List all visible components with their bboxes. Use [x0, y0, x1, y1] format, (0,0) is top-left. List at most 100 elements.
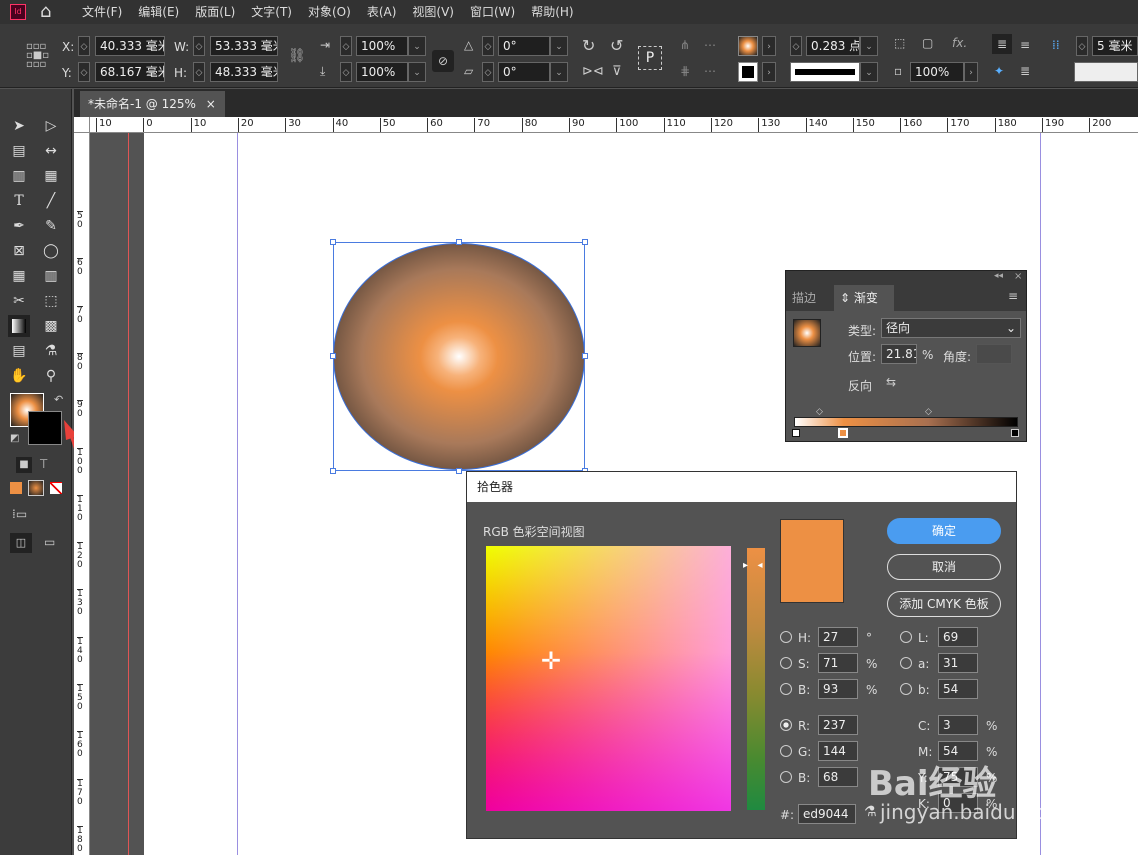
handle-tl[interactable] [330, 239, 336, 245]
ruler-h-label: 20 [237, 118, 254, 132]
location-unit: % [922, 348, 934, 362]
C-unit: % [986, 719, 998, 733]
Bv-unit: % [866, 683, 878, 697]
location-field[interactable]: 21.81 [881, 344, 917, 364]
ruler-h-label: 170 [947, 118, 969, 132]
ruler-h-label: 200 [1089, 118, 1111, 132]
midpoint-diamond-1[interactable]: ◇ [816, 407, 823, 417]
a-label: a: [918, 657, 930, 671]
type-dropdown[interactable]: 径向 ⌄ [881, 318, 1021, 338]
type-label: 类型: [848, 324, 877, 338]
ok-button[interactable]: 确定 [887, 518, 1001, 544]
handle-ml[interactable] [330, 353, 336, 359]
hex-field[interactable]: ed9044 [798, 804, 856, 824]
Bc-radio[interactable] [780, 771, 792, 783]
ruler-h-label: 190 [1042, 118, 1064, 132]
ruler-v-label: 9 0 [77, 400, 83, 420]
reverse-icon[interactable]: ⇆ [886, 375, 896, 389]
handle-bm[interactable] [456, 468, 462, 474]
crosshair-icon[interactable]: ✛ [536, 646, 566, 676]
location-label: 位置: [848, 350, 877, 364]
bleed-guide [128, 133, 129, 855]
C-field[interactable]: 3 [938, 715, 978, 735]
ruler-v-label: 6 0 [77, 258, 83, 278]
ruler-h-label: 150 [852, 118, 875, 132]
R-label: R: [798, 719, 811, 733]
G-field[interactable]: 144 [818, 741, 858, 761]
ruler-h-label: 60 [427, 118, 443, 132]
watermark-url: jingyan.baidu.com [880, 800, 1065, 824]
ruler-h-label: 180 [994, 118, 1017, 132]
L-field[interactable]: 69 [938, 627, 978, 647]
ruler-h-label: 160 [900, 118, 922, 132]
ruler-h-label: 30 [285, 118, 301, 132]
ruler-h-label: 90 [569, 118, 585, 132]
handle-mr[interactable] [582, 353, 588, 359]
ruler-v-label: 1 8 0 [77, 825, 83, 854]
add-cmyk-swatch-button[interactable]: 添加 CMYK 色板 [887, 591, 1001, 617]
panel-close-icon[interactable]: × [1014, 271, 1022, 282]
hue-slider[interactable] [747, 548, 765, 810]
ruler-h-label: 50 [379, 118, 396, 132]
ruler-h-label: 10 [96, 118, 112, 132]
a-field[interactable]: 31 [938, 653, 978, 673]
S-field[interactable]: 71 [818, 653, 858, 673]
panel-collapse-icon[interactable]: ◂◂ [994, 271, 1003, 281]
bb-field[interactable]: 54 [938, 679, 978, 699]
bb-radio[interactable] [900, 683, 912, 695]
G-radio[interactable] [780, 745, 792, 757]
gradient-stop-black[interactable] [1011, 429, 1019, 437]
gradient-panel: ◂◂ × 描边 ⇕ 渐变 ≡ 类型: 径向 ⌄ 位置: 21.81 % 角度: 反… [785, 270, 1027, 442]
color-field[interactable]: ✛ [486, 546, 731, 811]
handle-tr[interactable] [582, 239, 588, 245]
cancel-button[interactable]: 取消 [887, 554, 1001, 580]
hue-slider-handle[interactable]: ▸ ◂ [743, 560, 763, 571]
margin-guide-left [237, 133, 238, 855]
R-radio[interactable] [780, 719, 792, 731]
selection-bounding-box [333, 242, 585, 471]
ruler-v-label: 1 6 0 [77, 731, 83, 760]
Bv-radio[interactable] [780, 683, 792, 695]
angle-label: 角度: [943, 350, 972, 364]
hex-label: #: [780, 808, 795, 822]
G-label: G: [798, 745, 812, 759]
H-radio[interactable] [780, 631, 792, 643]
panel-menu-icon[interactable]: ≡ [1008, 289, 1018, 303]
R-field[interactable]: 237 [818, 715, 858, 735]
L-radio[interactable] [900, 631, 912, 643]
eyedropper-icon[interactable]: ⚗ [864, 804, 877, 820]
color-space-label: RGB 色彩空间视图 [483, 525, 585, 539]
ruler-h-label: 0 [143, 118, 153, 132]
Bc-field[interactable]: 68 [818, 767, 858, 787]
ruler-v-label: 1 3 0 [77, 589, 83, 618]
ruler-corner [74, 117, 90, 133]
H-field[interactable]: 27 [818, 627, 858, 647]
Bv-label: B: [798, 683, 811, 697]
gradient-stop-white[interactable] [792, 429, 800, 437]
handle-bl[interactable] [330, 468, 336, 474]
S-radio[interactable] [780, 657, 792, 669]
new-color-swatch [780, 519, 844, 603]
ruler-v-label: 1 7 0 [77, 778, 83, 807]
tab-stroke[interactable]: 描边 [792, 289, 816, 306]
watermark: Bai经验 [868, 764, 997, 804]
horizontal-ruler: 10 0 10 20 30 40 50 60 70 80 90 100 110 120 130 140 150 1… [90, 117, 1138, 133]
dialog-title: 拾色器 [467, 472, 1016, 502]
ruler-v-label: 5 0 [77, 211, 83, 230]
ruler-h-label: 10 [190, 118, 206, 132]
a-radio[interactable] [900, 657, 912, 669]
handle-tm[interactable] [456, 239, 462, 245]
gradient-stop-orange[interactable] [838, 428, 848, 438]
Bv-field[interactable]: 93 [818, 679, 858, 699]
S-unit: % [866, 657, 878, 671]
ruler-v-label: 1 0 0 [77, 447, 83, 476]
tab-gradient[interactable]: ⇕ 渐变 [834, 285, 894, 311]
reverse-label: 反向 [848, 379, 873, 393]
ruler-h-label: 70 [474, 118, 490, 132]
ruler-h-label: 140 [805, 118, 828, 132]
Bc-label: B: [798, 771, 811, 785]
gradient-ramp[interactable] [794, 417, 1018, 427]
bb-label: b: [918, 683, 930, 697]
ruler-v-label: 1 2 0 [77, 542, 83, 571]
midpoint-diamond-2[interactable]: ◇ [925, 407, 932, 417]
